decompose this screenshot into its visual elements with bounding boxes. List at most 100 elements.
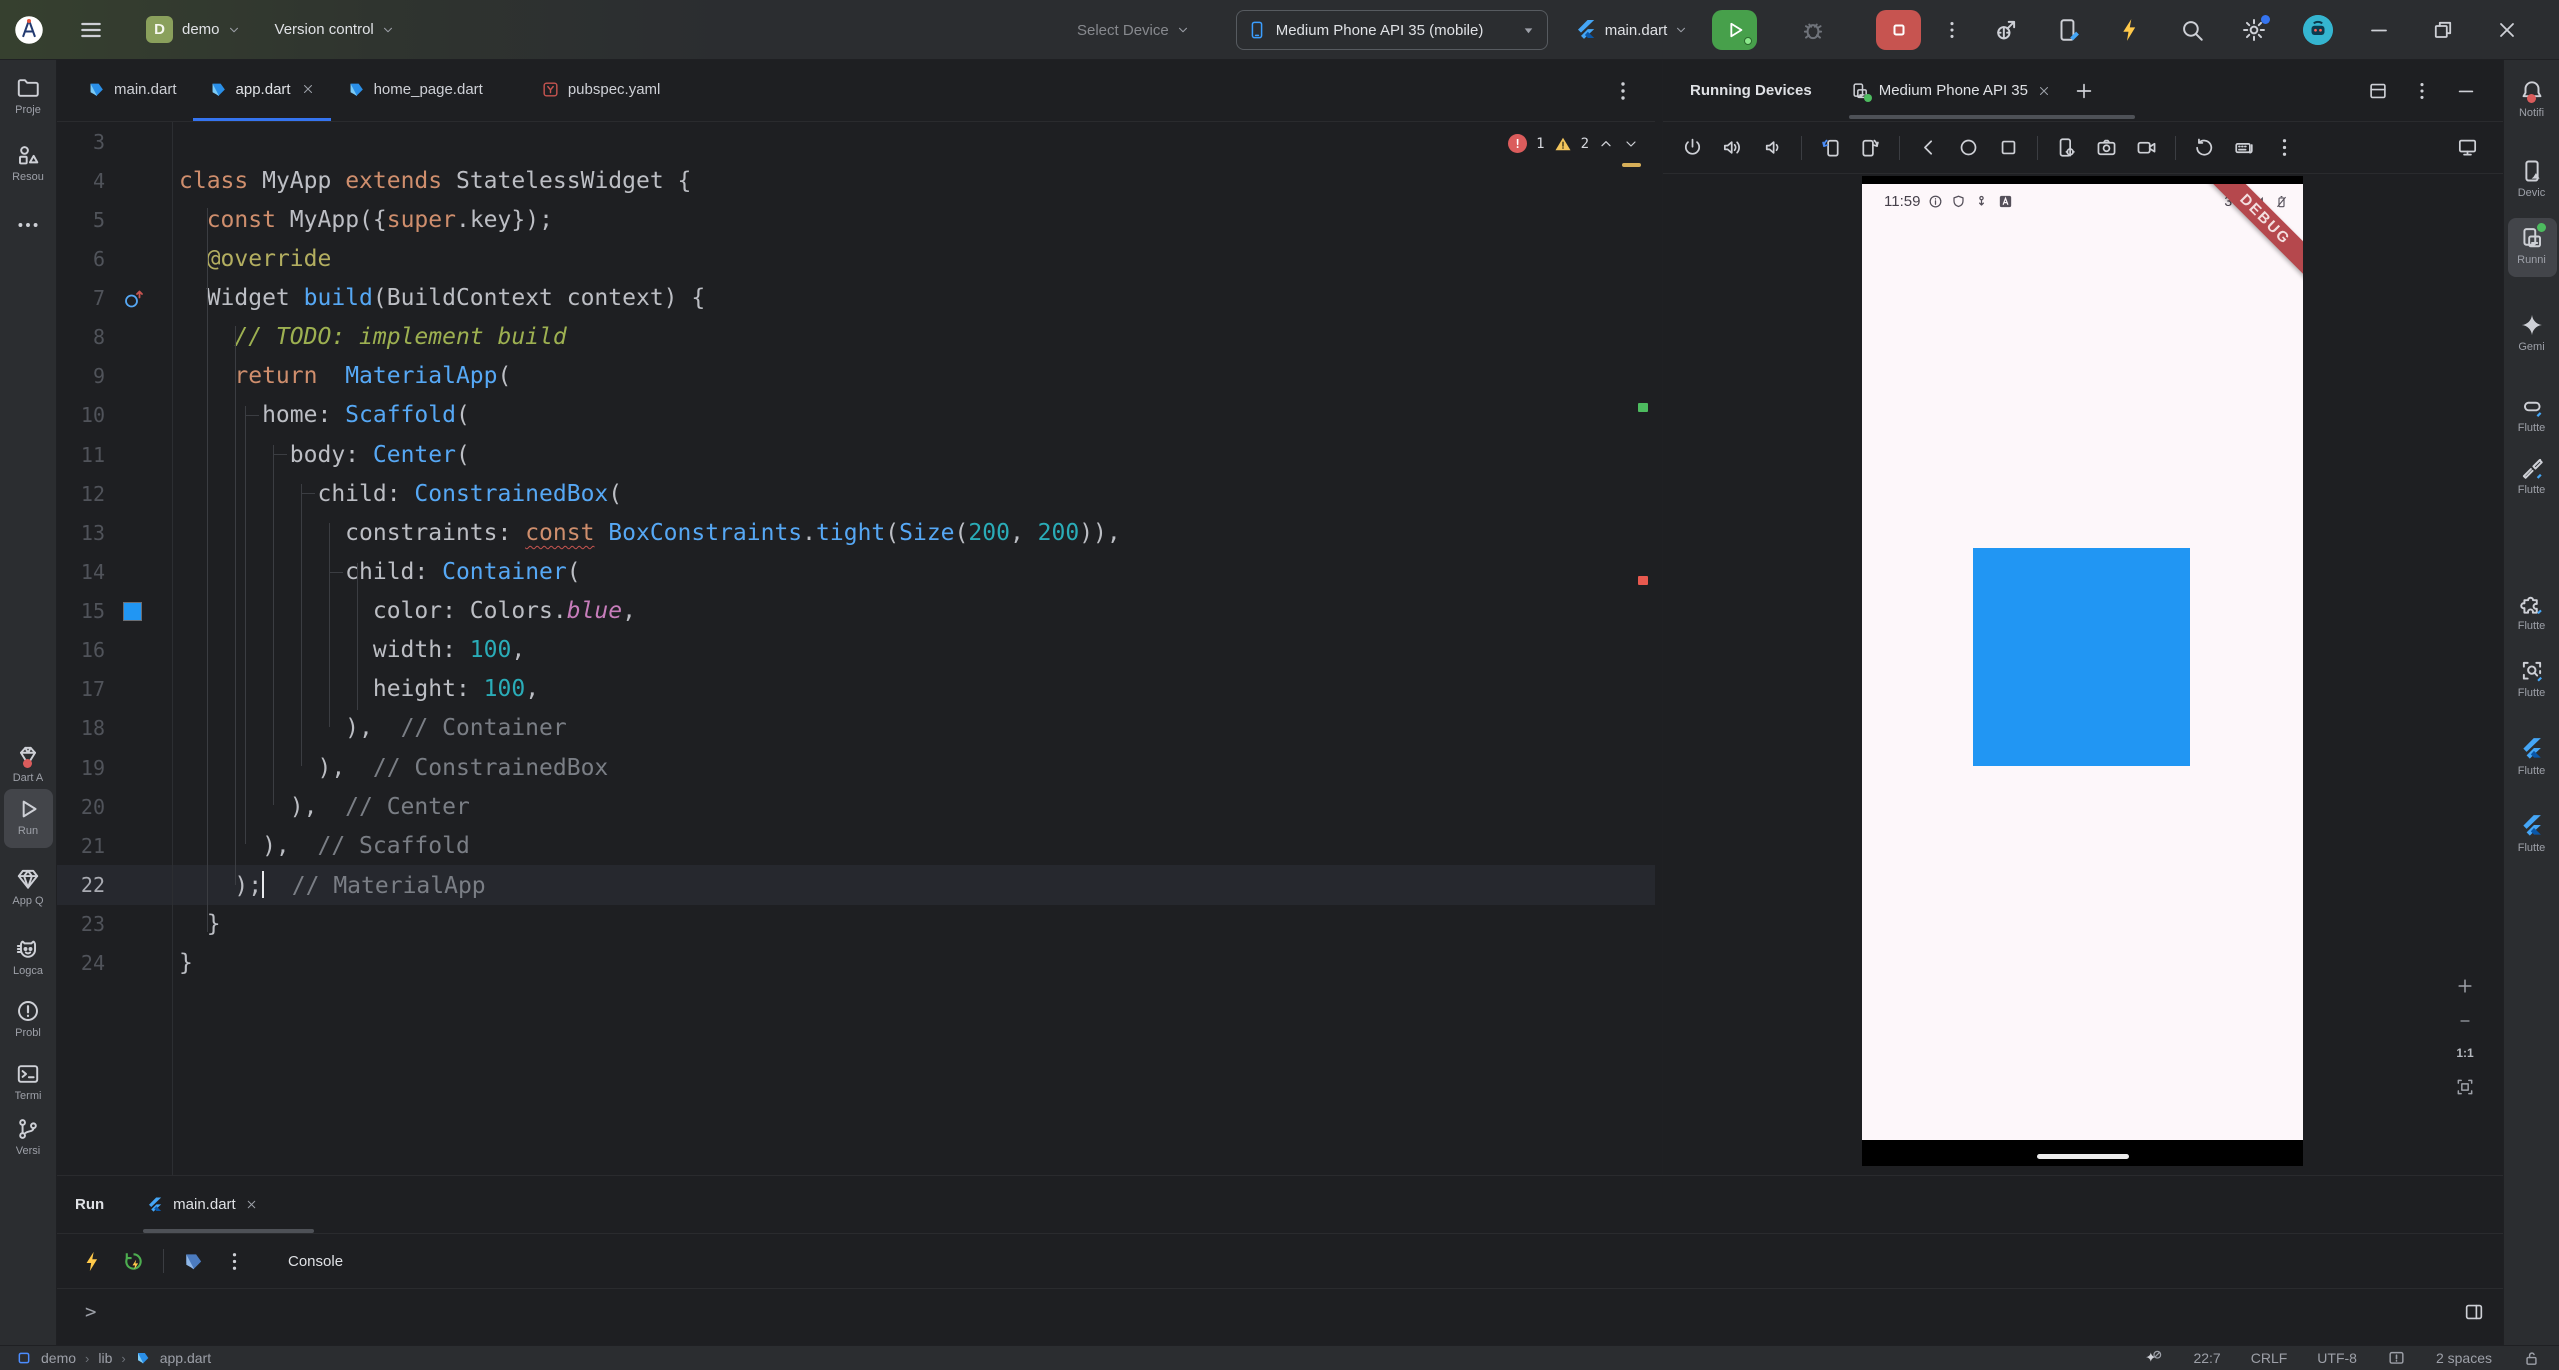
inspection-widget[interactable]: ! 1 2 [1508,134,1639,153]
code-line[interactable]: 7 Widget build(BuildContext context) { [57,279,1655,318]
console-output[interactable]: > [57,1289,2503,1345]
power-icon[interactable] [1681,136,1704,159]
console-label[interactable]: Console [288,1253,343,1270]
code-line[interactable]: 13 constraints: const BoxConstraints.tig… [57,513,1655,552]
file-encoding[interactable]: UTF-8 [2317,1350,2357,1366]
emulator-device-frame[interactable]: 11:59 3G DEBUG [1862,176,2303,1166]
breadcrumb-item[interactable]: app.dart [160,1350,211,1366]
volume-up-icon[interactable] [1721,136,1744,159]
rotate-left-icon[interactable] [1819,136,1842,159]
add-device-tab-icon[interactable] [2073,80,2095,102]
line-number[interactable]: 13 [57,521,105,545]
sidebar-item-run[interactable]: Run [0,796,56,837]
close-icon[interactable] [2495,18,2519,42]
line-number[interactable]: 22 [57,873,105,897]
search-icon[interactable] [2179,17,2205,43]
sidebar-item-gemini[interactable]: Gemi [2504,312,2559,353]
line-number[interactable]: 12 [57,482,105,506]
volume-down-icon[interactable] [1761,136,1784,159]
hot-reload-icon[interactable] [81,1250,104,1273]
stop-button[interactable] [1876,10,1921,50]
code-line[interactable]: 14 child: Container( [57,552,1655,591]
display-mode-icon[interactable] [2456,136,2479,159]
run-configuration[interactable]: main.dart [1574,18,1689,42]
ai-assistant-status-icon[interactable] [2144,1349,2163,1368]
sidebar-item-device-manager[interactable]: Devic [2504,158,2559,199]
indent-setting[interactable]: 2 spaces [2436,1350,2492,1366]
breadcrumb-item[interactable]: lib [98,1350,112,1366]
tab-app.dart[interactable]: app.dart [193,60,331,121]
hot-restart-icon[interactable] [122,1250,145,1273]
home-icon[interactable] [1957,136,1980,159]
code-line[interactable]: 22 ); // MaterialApp [57,865,1655,904]
snapshot-icon[interactable] [2193,136,2216,159]
readonly-toggle-icon[interactable] [2522,1349,2541,1368]
sidebar-item-flutter-outline[interactable]: Flutte [2504,736,2559,777]
restore-icon[interactable] [2431,18,2455,42]
highlight-level-icon[interactable] [2387,1349,2406,1368]
line-number[interactable]: 21 [57,834,105,858]
settings-gear-wrap[interactable] [2241,17,2267,43]
kebab-icon[interactable] [223,1250,246,1273]
prev-problem-icon[interactable] [1598,136,1614,152]
sidebar-item-resources[interactable]: Resou [0,142,56,183]
code-line[interactable]: 9 return MaterialApp( [57,357,1655,396]
sidebar-item-app-quality[interactable]: App Q [0,866,56,907]
stripe-mark-green[interactable] [1638,403,1648,412]
device-mirror-icon[interactable] [2055,17,2081,43]
back-icon[interactable] [1917,136,1940,159]
kebab-icon[interactable] [2411,80,2433,102]
device-tab[interactable]: Medium Phone API 35 [1850,81,2051,101]
code-line[interactable]: 17 height: 100, [57,670,1655,709]
code-line[interactable]: 24} [57,944,1655,983]
select-device-dropdown[interactable]: Select Device [1077,22,1190,39]
sidebar-item-project[interactable]: Proje [0,75,56,116]
split-console-icon[interactable] [2463,1301,2485,1323]
project-badge[interactable]: D [146,16,173,43]
line-number[interactable]: 7 [57,286,105,310]
next-problem-icon[interactable] [1623,136,1639,152]
sidebar-item-problems[interactable]: Probl [0,998,56,1039]
code-line[interactable]: 19 ), // ConstrainedBox [57,748,1655,787]
avatar[interactable] [2303,15,2333,45]
debug-icon[interactable] [1800,17,1826,43]
editor-tab-options-icon[interactable] [1611,79,1635,103]
minimize-icon[interactable] [2455,80,2477,102]
device-settings-icon[interactable] [2055,136,2078,159]
close-icon[interactable] [301,82,315,96]
code-editor[interactable]: 34class MyApp extends StatelessWidget {5… [57,122,1655,1175]
tab-pubspec.yaml[interactable]: pubspec.yaml [525,60,677,121]
line-number[interactable]: 11 [57,443,105,467]
line-number[interactable]: 20 [57,795,105,819]
line-number[interactable]: 17 [57,677,105,701]
screen-record-icon[interactable] [2135,136,2158,159]
line-number[interactable]: 15 [57,599,105,623]
kebab-icon[interactable] [2273,136,2296,159]
line-number[interactable]: 9 [57,364,105,388]
sidebar-item-flutter-attach[interactable]: Flutte [2504,393,2559,434]
line-number[interactable]: 10 [57,403,105,427]
layout-icon[interactable] [2367,80,2389,102]
line-number[interactable]: 18 [57,716,105,740]
code-line[interactable]: 12 child: ConstrainedBox( [57,474,1655,513]
tab-home_page.dart[interactable]: home_page.dart [331,60,499,121]
line-separator[interactable]: CRLF [2251,1350,2288,1366]
code-line[interactable]: 18 ), // Container [57,709,1655,748]
lightning-icon[interactable] [2117,17,2143,43]
code-line[interactable]: 15 color: Colors.blue, [57,592,1655,631]
sidebar-item-more-tools[interactable] [0,212,56,241]
code-line[interactable]: 21 ), // Scaffold [57,826,1655,865]
run-button[interactable] [1712,10,1757,50]
run-tab[interactable]: main.dart [146,1196,258,1214]
zoom-fit-icon[interactable] [2455,1077,2475,1097]
zoom-in-icon[interactable] [2455,976,2475,996]
breadcrumb-item[interactable]: demo [41,1350,76,1366]
minimize-icon[interactable] [2367,18,2391,42]
line-number[interactable]: 23 [57,912,105,936]
sidebar-item-flutter-extension[interactable]: Flutte [2504,591,2559,632]
close-icon[interactable] [2037,84,2051,98]
code-line[interactable]: 8 // TODO: implement build [57,318,1655,357]
breadcrumb[interactable]: demo›lib›app.dart [16,1350,211,1366]
code-line[interactable]: 23 } [57,905,1655,944]
code-line[interactable]: 20 ), // Center [57,787,1655,826]
